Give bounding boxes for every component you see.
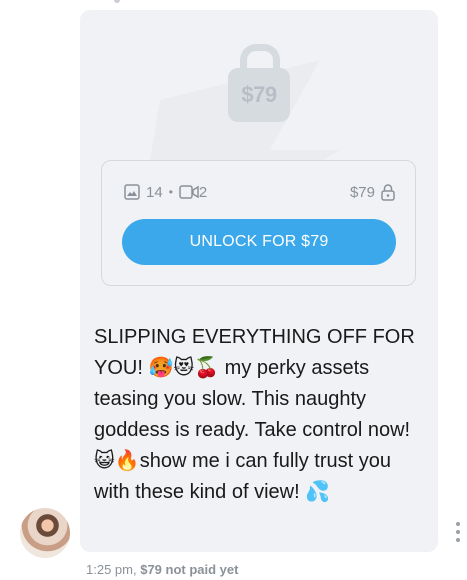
- image-icon: [124, 184, 140, 200]
- top-dot: [114, 0, 120, 3]
- price-label: $79: [349, 183, 375, 201]
- more-options-icon[interactable]: [455, 522, 461, 546]
- timestamp: 1:25 pm,: [86, 562, 137, 577]
- payment-status: $79 not paid yet: [140, 562, 239, 577]
- separator: •: [168, 185, 173, 199]
- unlock-button[interactable]: UNLOCK FOR $79: [122, 219, 396, 265]
- avatar[interactable]: [20, 508, 70, 558]
- message-bubble: SLIPPING EVERYTHING OFF FOR YOU! 🥵😻🍒 my …: [80, 310, 438, 552]
- unlock-panel: 14 • 2 $79 UNLOCK FOR $79: [101, 160, 416, 286]
- lock-price: $79: [241, 82, 277, 107]
- message-text: SLIPPING EVERYTHING OFF FOR YOU! 🥵😻🍒 my …: [94, 326, 420, 503]
- media-stats: 14 • 2: [124, 181, 207, 203]
- lock-body: $79: [228, 68, 290, 122]
- message-meta: 1:25 pm, $79 not paid yet: [86, 562, 238, 577]
- photo-count: 14: [146, 183, 163, 201]
- lock-small-icon: [381, 183, 395, 201]
- video-icon: [179, 185, 199, 199]
- lock-icon: $79: [228, 44, 290, 124]
- price-indicator: $79: [350, 181, 395, 203]
- video-count: 2: [198, 183, 208, 201]
